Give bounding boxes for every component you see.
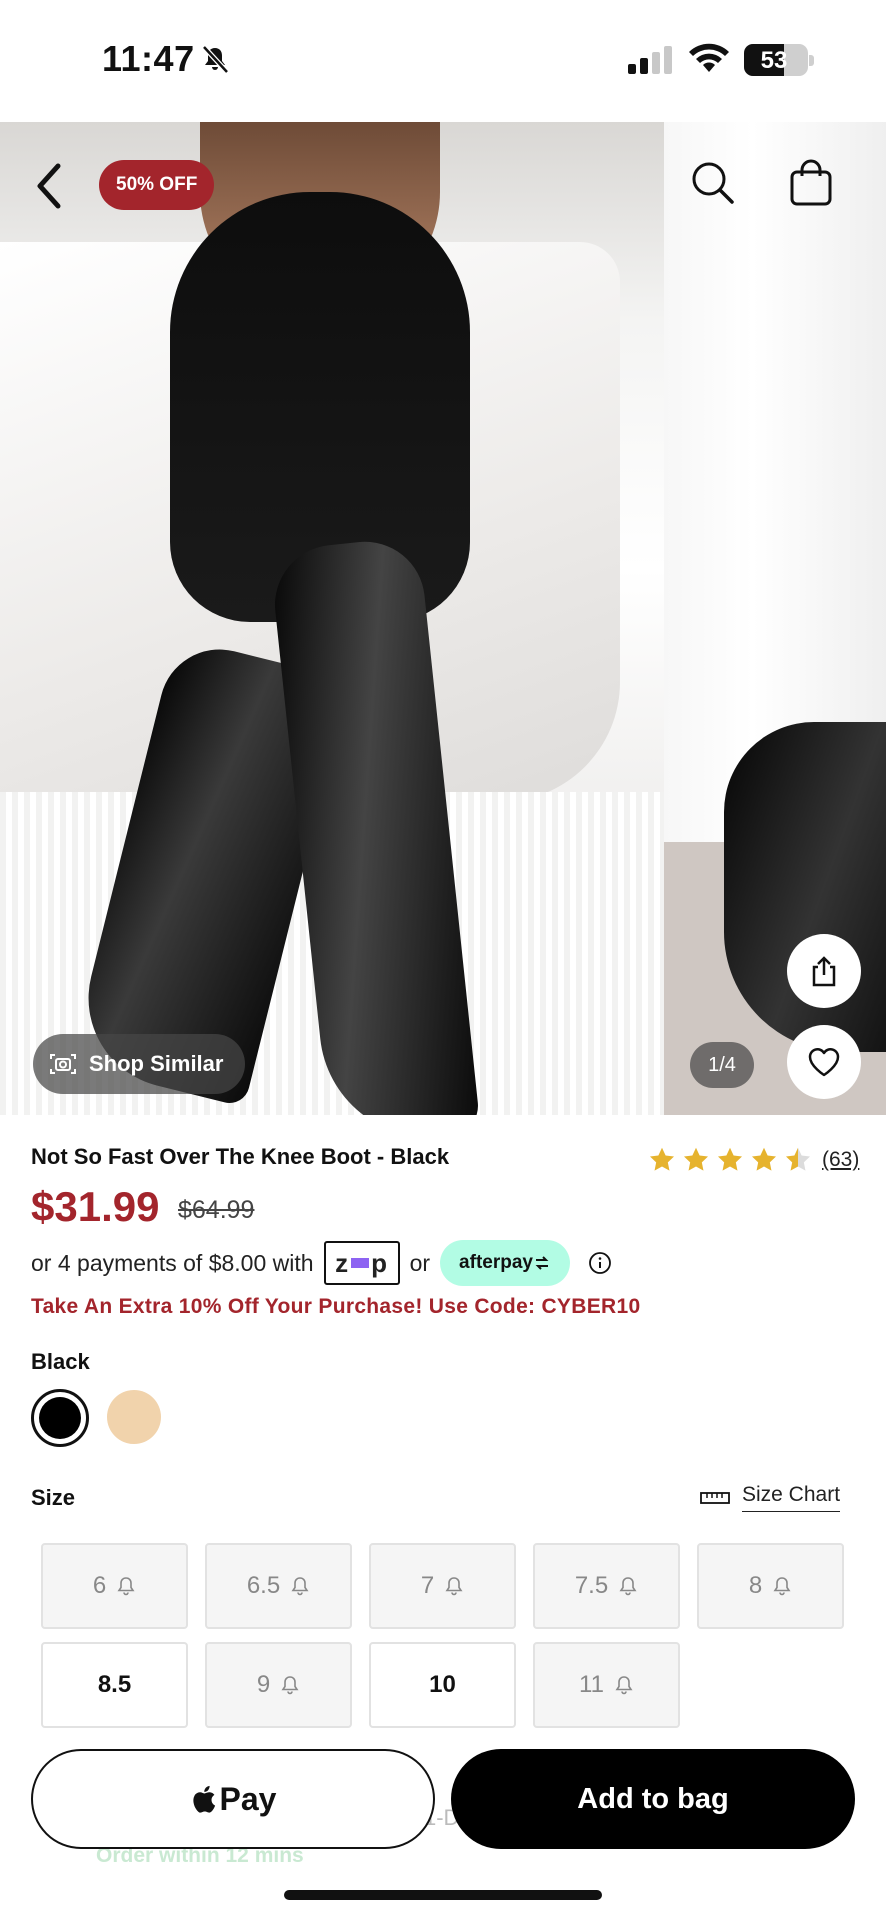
size-options: 6 6.5 7 7.5 8 8.5 9 10 11 [41,1543,853,1728]
size-option[interactable]: 7 [369,1543,516,1629]
star-full-icon [683,1147,709,1171]
discount-badge: 50% OFF [99,160,215,210]
info-icon[interactable] [588,1251,612,1275]
rating-count[interactable]: (63) [822,1148,859,1172]
size-option[interactable]: 11 [533,1642,680,1728]
size-label: Size [31,1485,76,1510]
size-option-label: 6 [92,1572,107,1599]
size-option-label: 9 [256,1671,271,1698]
heart-icon [808,1048,840,1077]
back-arrow-icon[interactable] [30,158,70,214]
product-title: Not So Fast Over The Knee Boot - Black [31,1144,450,1169]
bell-muted-icon [202,45,229,74]
size-chart-label: Size Chart [742,1483,841,1512]
size-option[interactable]: 10 [369,1642,516,1728]
notify-bell-icon [773,1577,791,1596]
wishlist-button[interactable] [787,1025,861,1099]
size-chart-link[interactable]: Size Chart [700,1483,841,1512]
afterpay-arrows-icon [535,1256,549,1270]
shop-similar-button[interactable]: Shop Similar [33,1034,246,1094]
size-option-label: 11 [579,1671,604,1698]
size-option-label: 8 [748,1572,763,1599]
installments-text: or 4 payments of $8.00 with [31,1249,314,1276]
sale-price: $31.99 [31,1183,160,1230]
star-full-icon [751,1147,777,1171]
color-swatch-nude[interactable] [107,1390,161,1444]
wifi-icon [689,43,729,72]
size-option-label: 8.5 [97,1671,132,1698]
afterpay-logo[interactable]: afterpay [440,1240,571,1286]
add-to-bag-button[interactable]: Add to bag [451,1749,855,1849]
star-full-icon [649,1147,675,1171]
share-icon [812,956,836,987]
battery-indicator: 53 [744,44,808,76]
notify-bell-icon [615,1676,633,1695]
search-icon[interactable] [688,158,738,208]
rating-widget[interactable]: (63) [648,1146,859,1174]
notify-bell-icon [281,1676,299,1695]
battery-level: 53 [760,47,788,74]
size-option-label: 10 [429,1671,456,1698]
size-option[interactable]: 8 [697,1543,844,1629]
notify-bell-icon [117,1577,135,1596]
home-indicator[interactable] [284,1890,602,1900]
or-text: or [409,1249,431,1276]
selected-color-label: Black [31,1349,90,1374]
size-option-label: 7 [420,1572,435,1599]
apple-icon [192,1785,215,1813]
size-option[interactable]: 7.5 [533,1543,680,1629]
camera-search-icon [50,1054,76,1074]
ruler-icon [700,1491,730,1504]
promo-code-banner: Take An Extra 10% Off Your Purchase! Use… [31,1295,641,1318]
star-half-icon [785,1147,811,1171]
star-full-icon [717,1147,743,1171]
product-image-gallery[interactable]: 50% OFF 1/4 Shop Similar [0,122,886,1115]
apple-pay-button[interactable]: Pay [31,1749,435,1849]
apple-pay-label: Pay [219,1780,277,1817]
status-bar: 11:47 53 [0,0,886,122]
notify-bell-icon [619,1577,637,1596]
size-option-label: 6.5 [246,1572,281,1599]
notify-bell-icon [445,1577,463,1596]
size-option[interactable]: 6 [41,1543,188,1629]
shopping-bag-icon[interactable] [786,156,836,210]
cell-signal-icon [628,46,672,74]
product-photo[interactable] [0,122,664,1115]
color-swatch-black[interactable] [31,1389,89,1447]
share-button[interactable] [787,934,861,1008]
zip-logo[interactable]: zp [323,1241,400,1285]
status-time: 11:47 [102,38,195,79]
size-option[interactable]: 9 [205,1642,352,1728]
notify-bell-icon [291,1577,309,1596]
original-price: $64.99 [178,1196,255,1224]
size-option-label: 7.5 [574,1572,609,1599]
battery-tip [809,55,814,66]
shop-similar-label: Shop Similar [89,1051,224,1076]
size-option[interactable]: 6.5 [205,1543,352,1629]
size-option[interactable]: 8.5 [41,1642,188,1728]
installment-payments: or 4 payments of $8.00 with zp or afterp… [31,1240,612,1286]
afterpay-label: afterpay [459,1252,533,1273]
image-pager: 1/4 [690,1042,754,1088]
